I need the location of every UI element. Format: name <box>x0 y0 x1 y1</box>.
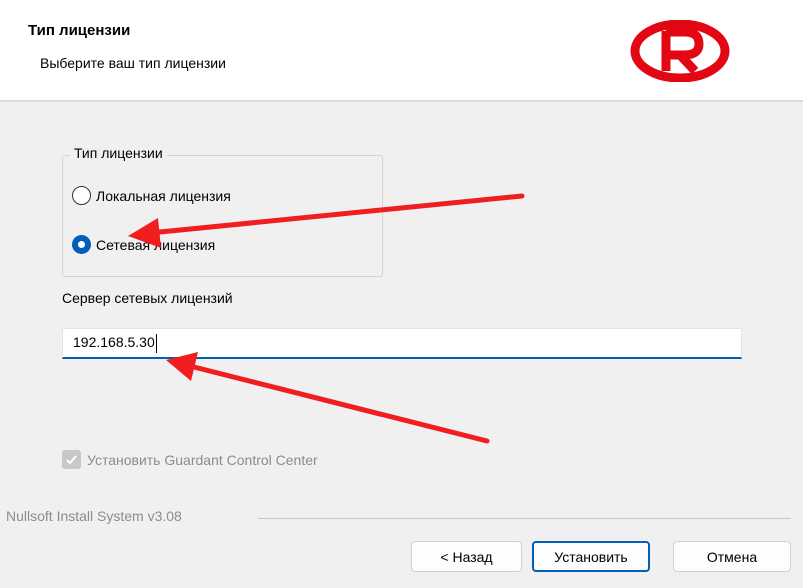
local-license-label: Локальная лицензия <box>96 187 231 204</box>
back-button[interactable]: < Назад <box>411 541 522 572</box>
checkbox-checked-icon[interactable] <box>62 450 81 469</box>
network-license-radio[interactable]: Сетевая лицензия <box>72 235 215 254</box>
footer-divider <box>258 518 791 519</box>
red-r-logo-icon <box>630 20 730 82</box>
radio-unchecked-icon[interactable] <box>72 186 91 205</box>
cancel-button[interactable]: Отмена <box>673 541 791 572</box>
page-subtitle: Выберите ваш тип лицензии <box>40 55 226 71</box>
header-panel: Тип лицензии Выберите ваш тип лицензии <box>0 0 803 100</box>
install-gcc-label: Установить Guardant Control Center <box>87 451 318 468</box>
local-license-radio[interactable]: Локальная лицензия <box>72 186 231 205</box>
network-license-label: Сетевая лицензия <box>96 236 216 253</box>
install-button[interactable]: Установить <box>532 541 650 572</box>
text-caret <box>155 334 157 353</box>
header-divider <box>0 100 803 102</box>
install-gcc-checkbox-row[interactable]: Установить Guardant Control Center <box>62 450 318 469</box>
license-type-groupbox <box>62 155 383 277</box>
license-type-legend: Тип лицензии <box>70 145 167 161</box>
arrow-to-server-input <box>166 352 490 444</box>
license-server-label: Сервер сетевых лицензий <box>62 290 233 306</box>
page-title: Тип лицензии <box>28 22 131 39</box>
radio-checked-icon[interactable] <box>72 235 91 254</box>
license-server-input[interactable]: 192.168.5.30 <box>62 328 742 359</box>
nsis-branding: Nullsoft Install System v3.08 <box>6 508 188 524</box>
license-server-value: 192.168.5.30 <box>73 334 155 351</box>
